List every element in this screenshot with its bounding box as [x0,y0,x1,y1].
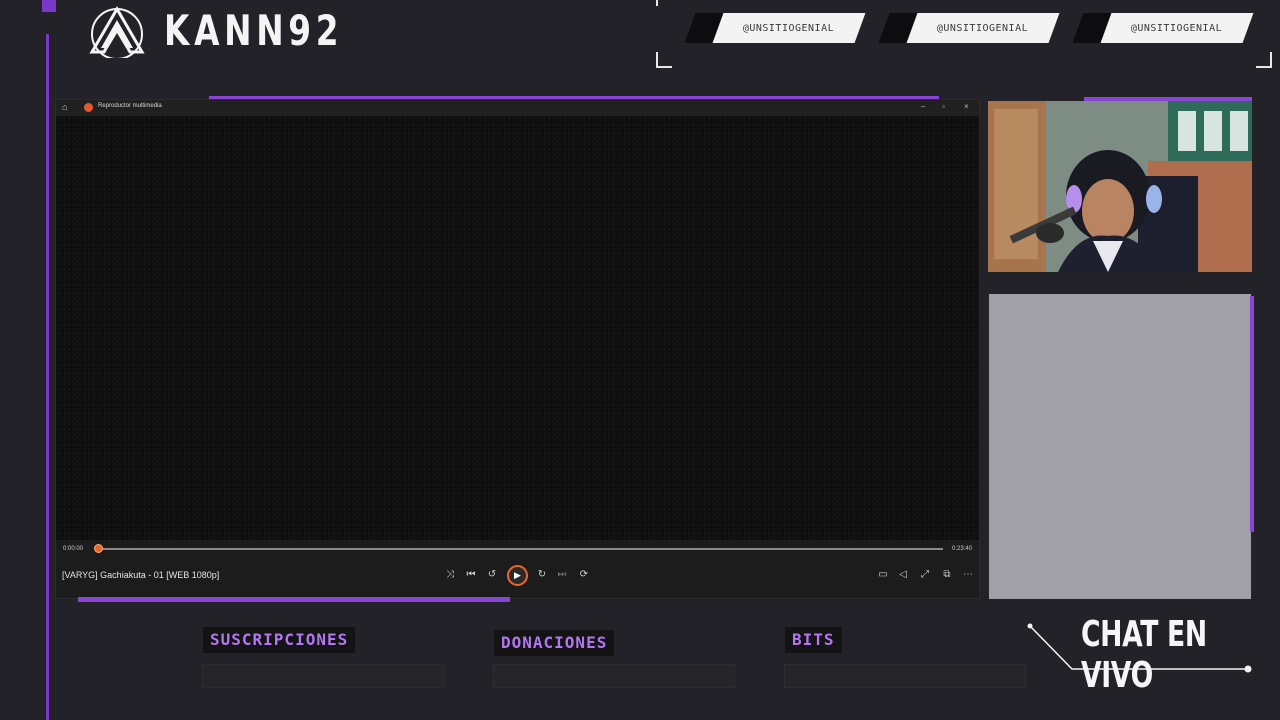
play-icon: ▶ [514,570,521,580]
bits-bar [784,664,1026,688]
social-tag: @UNSITIOGENIAL [1072,13,1254,43]
webcam-feed [988,101,1252,272]
repeat-off-icon[interactable]: ⟳ [577,569,591,580]
home-icon[interactable]: ⌂ [62,102,67,112]
subtitles-icon[interactable]: ▭ [876,569,890,580]
bits-label: BITS [785,627,842,653]
stylized-a-logo-icon [88,6,146,60]
forward-30-icon[interactable]: ↻ [535,569,549,580]
media-player-window: ⌂ Reproductor multimedia – ▫ × 0:00:00 0… [55,99,980,599]
left-accent-cap [42,0,56,12]
media-player-app-icon [84,103,93,112]
replay-10-icon[interactable]: ↺ [485,569,499,580]
track-title: [VARYG] Gachiakuta - 01 [WEB 1080p] [62,570,220,580]
social-tag: @UNSITIOGENIAL [878,13,1060,43]
more-icon[interactable]: ⋯ [961,569,975,580]
social-tags-frame: @UNSITIOGENIAL @UNSITIOGENIAL @UNSITIOGE… [656,0,1276,70]
video-area[interactable] [56,116,979,540]
maximize-icon[interactable]: ▫ [942,102,945,111]
current-time: 0:00:00 [63,546,84,552]
minimize-icon[interactable]: – [921,102,925,111]
titlebar: ⌂ Reproductor multimedia – ▫ × [56,100,979,116]
subscriptions-bar [202,664,445,688]
stream-progress-accent [78,597,510,602]
previous-icon[interactable]: ⏮ [464,569,478,580]
channel-name: KANN92 [164,6,344,55]
frame-corner-br [1256,52,1272,68]
frame-tick [656,0,658,6]
miniplayer-icon[interactable]: ⧉ [940,569,954,580]
social-handle: @UNSITIOGENIAL [743,22,835,34]
social-handle: @UNSITIOGENIAL [937,22,1029,34]
play-button[interactable]: ▶ [507,565,528,586]
chat-box [989,294,1251,599]
donations-bar [493,664,735,688]
left-accent-line [46,34,49,720]
window-title: Reproductor multimedia [98,103,162,109]
close-icon[interactable]: × [964,102,969,111]
seek-bar[interactable] [98,548,943,550]
total-time: 0:23:40 [952,546,973,552]
subscriptions-label: SUSCRIPCIONES [203,627,356,653]
donations-label: DONACIONES [494,630,615,656]
social-handle: @UNSITIOGENIAL [1131,22,1223,34]
seek-handle[interactable] [94,544,103,553]
next-icon[interactable]: ⏭ [555,569,569,580]
fullscreen-icon[interactable]: ⤢ [918,569,932,580]
social-tag: @UNSITIOGENIAL [684,13,866,43]
shuffle-icon[interactable]: ⤨ [443,569,457,580]
frame-corner-bl [656,52,672,68]
volume-icon[interactable]: ◁ [896,569,910,580]
chat-accent-line [1250,296,1254,532]
chat-live-label: CHAT EN VIVO [1081,614,1207,696]
